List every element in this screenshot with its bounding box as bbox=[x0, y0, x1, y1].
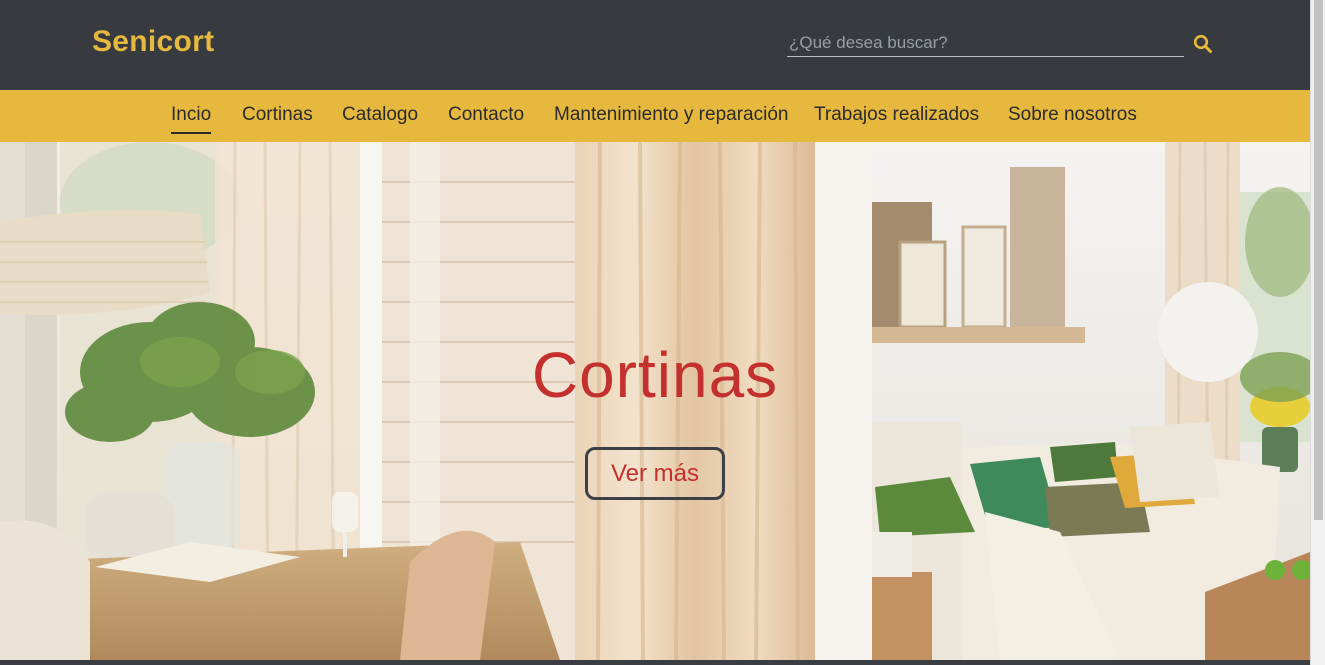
page: Senicort Incio Cortinas Catalogo Contact… bbox=[0, 0, 1310, 665]
site-logo[interactable]: Senicort bbox=[92, 25, 214, 59]
nav-item-contacto[interactable]: Contacto bbox=[448, 104, 524, 126]
search-icon[interactable] bbox=[1192, 33, 1214, 55]
main-nav: Incio Cortinas Catalogo Contacto Manteni… bbox=[0, 90, 1310, 142]
top-header: Senicort bbox=[0, 0, 1310, 90]
nav-item-sobre-nosotros[interactable]: Sobre nosotros bbox=[1008, 104, 1137, 126]
nav-item-inicio[interactable]: Incio bbox=[171, 104, 212, 134]
search-input[interactable] bbox=[787, 30, 1184, 56]
nav-item-trabajos[interactable]: Trabajos realizados bbox=[814, 104, 979, 126]
scrollbar-thumb[interactable] bbox=[1314, 0, 1323, 520]
ver-mas-button[interactable]: Ver más bbox=[585, 447, 725, 500]
bottom-strip bbox=[0, 660, 1310, 665]
nav-item-catalogo[interactable]: Catalogo bbox=[342, 104, 418, 126]
vertical-scrollbar[interactable] bbox=[1310, 0, 1325, 665]
search-box bbox=[787, 30, 1184, 57]
nav-item-cortinas[interactable]: Cortinas bbox=[242, 104, 313, 126]
hero-title: Cortinas bbox=[531, 339, 779, 411]
nav-item-mantenimiento[interactable]: Mantenimiento y reparación bbox=[554, 104, 788, 126]
hero-banner: Cortinas Ver más bbox=[0, 142, 1310, 660]
